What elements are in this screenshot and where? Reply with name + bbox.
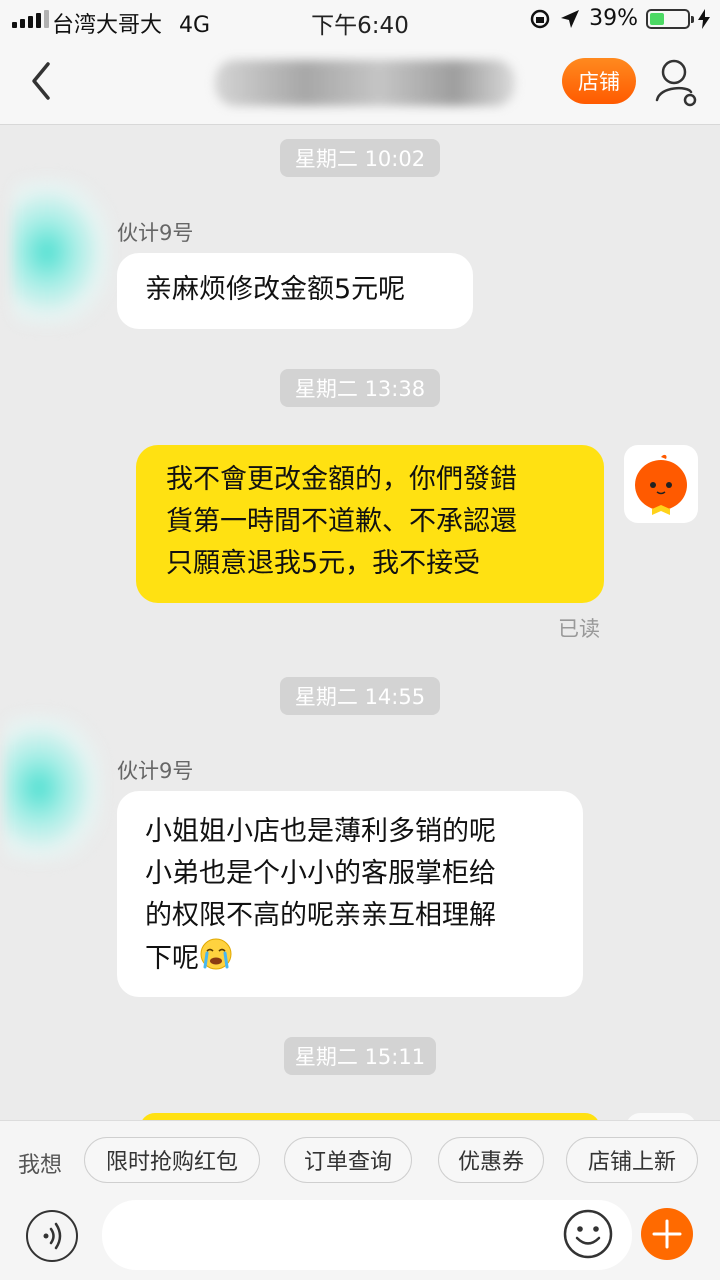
battery-percent: 39%	[589, 6, 638, 31]
timestamp: 星期二 14:55	[280, 677, 440, 715]
quick-action-coupon[interactable]: 优惠券	[438, 1137, 544, 1183]
input-bar	[0, 1200, 720, 1280]
timestamp: 星期二 10:02	[280, 139, 440, 177]
sender-name: 伙计9号	[117, 221, 194, 245]
message-bubble[interactable]: 亲麻烦修改金额5元呢	[117, 253, 473, 329]
quick-actions-bar: 我想 限时抢购红包 订单查询 优惠券 店铺上新	[0, 1120, 720, 1201]
sender-name: 伙计9号	[117, 759, 194, 783]
orientation-lock-icon	[530, 9, 550, 28]
message-line: 我不會更改金額的，你們發錯	[166, 464, 517, 495]
message-bubble[interactable]: 我不會更改金額的，你們發錯 貨第一時間不道歉、不承認還 只願意退我5元，我不接受	[136, 445, 604, 603]
message-input[interactable]	[102, 1200, 632, 1270]
quick-action-flash-sale[interactable]: 限时抢购红包	[84, 1137, 260, 1183]
back-arrow-icon[interactable]	[22, 56, 62, 106]
message-line: 只願意退我5元，我不接受	[166, 548, 481, 579]
seller-avatar[interactable]	[4, 713, 104, 863]
message-line: 小姐姐小店也是薄利多销的呢	[145, 816, 496, 847]
message-line: 下呢	[145, 943, 199, 974]
voice-input-button[interactable]	[26, 1210, 78, 1262]
location-arrow-icon	[561, 9, 580, 28]
message-line: 貨第一時間不道歉、不承認還	[166, 506, 517, 537]
quick-action-new-arrivals[interactable]: 店铺上新	[566, 1137, 698, 1183]
crying-emoji-icon	[200, 938, 232, 970]
user-settings-icon[interactable]	[652, 56, 702, 108]
message-line: 小弟也是个小小的客服掌柜给	[145, 858, 496, 889]
timestamp: 星期二 15:11	[284, 1037, 436, 1075]
message-line: 的权限不高的呢亲亲互相理解	[145, 900, 496, 931]
read-status: 已读	[558, 617, 600, 641]
status-bar: 台湾大哥大 4G 下午6:40 39%	[0, 0, 720, 40]
orange-mascot-icon	[635, 454, 687, 515]
quick-action-order-query[interactable]: 订单查询	[284, 1137, 412, 1183]
timestamp: 星期二 13:38	[280, 369, 440, 407]
shop-button[interactable]: 店铺	[562, 58, 636, 104]
my-avatar-partial	[626, 1113, 696, 1120]
nav-bar: 店铺	[0, 40, 720, 125]
more-actions-button[interactable]	[641, 1208, 693, 1260]
quick-actions-label: 我想	[18, 1153, 63, 1178]
emoji-button-icon[interactable]	[562, 1208, 614, 1260]
seller-avatar[interactable]	[12, 177, 112, 327]
my-avatar[interactable]	[624, 445, 698, 523]
voice-wave-icon	[43, 1222, 62, 1250]
plus-icon	[652, 1219, 682, 1249]
redacted-shop-name	[215, 60, 515, 106]
chat-list[interactable]: 星期二 10:02 伙计9号 亲麻烦修改金额5元呢 星期二 13:38 我不會更…	[0, 125, 720, 1120]
battery-icon	[646, 8, 694, 29]
message-text: 亲麻烦修改金额5元呢	[145, 274, 406, 305]
message-bubble[interactable]: 小姐姐小店也是薄利多销的呢 小弟也是个小小的客服掌柜给 的权限不高的呢亲亲互相理…	[117, 791, 583, 997]
message-bubble-partial[interactable]	[140, 1113, 600, 1120]
charging-bolt-icon	[698, 8, 710, 29]
